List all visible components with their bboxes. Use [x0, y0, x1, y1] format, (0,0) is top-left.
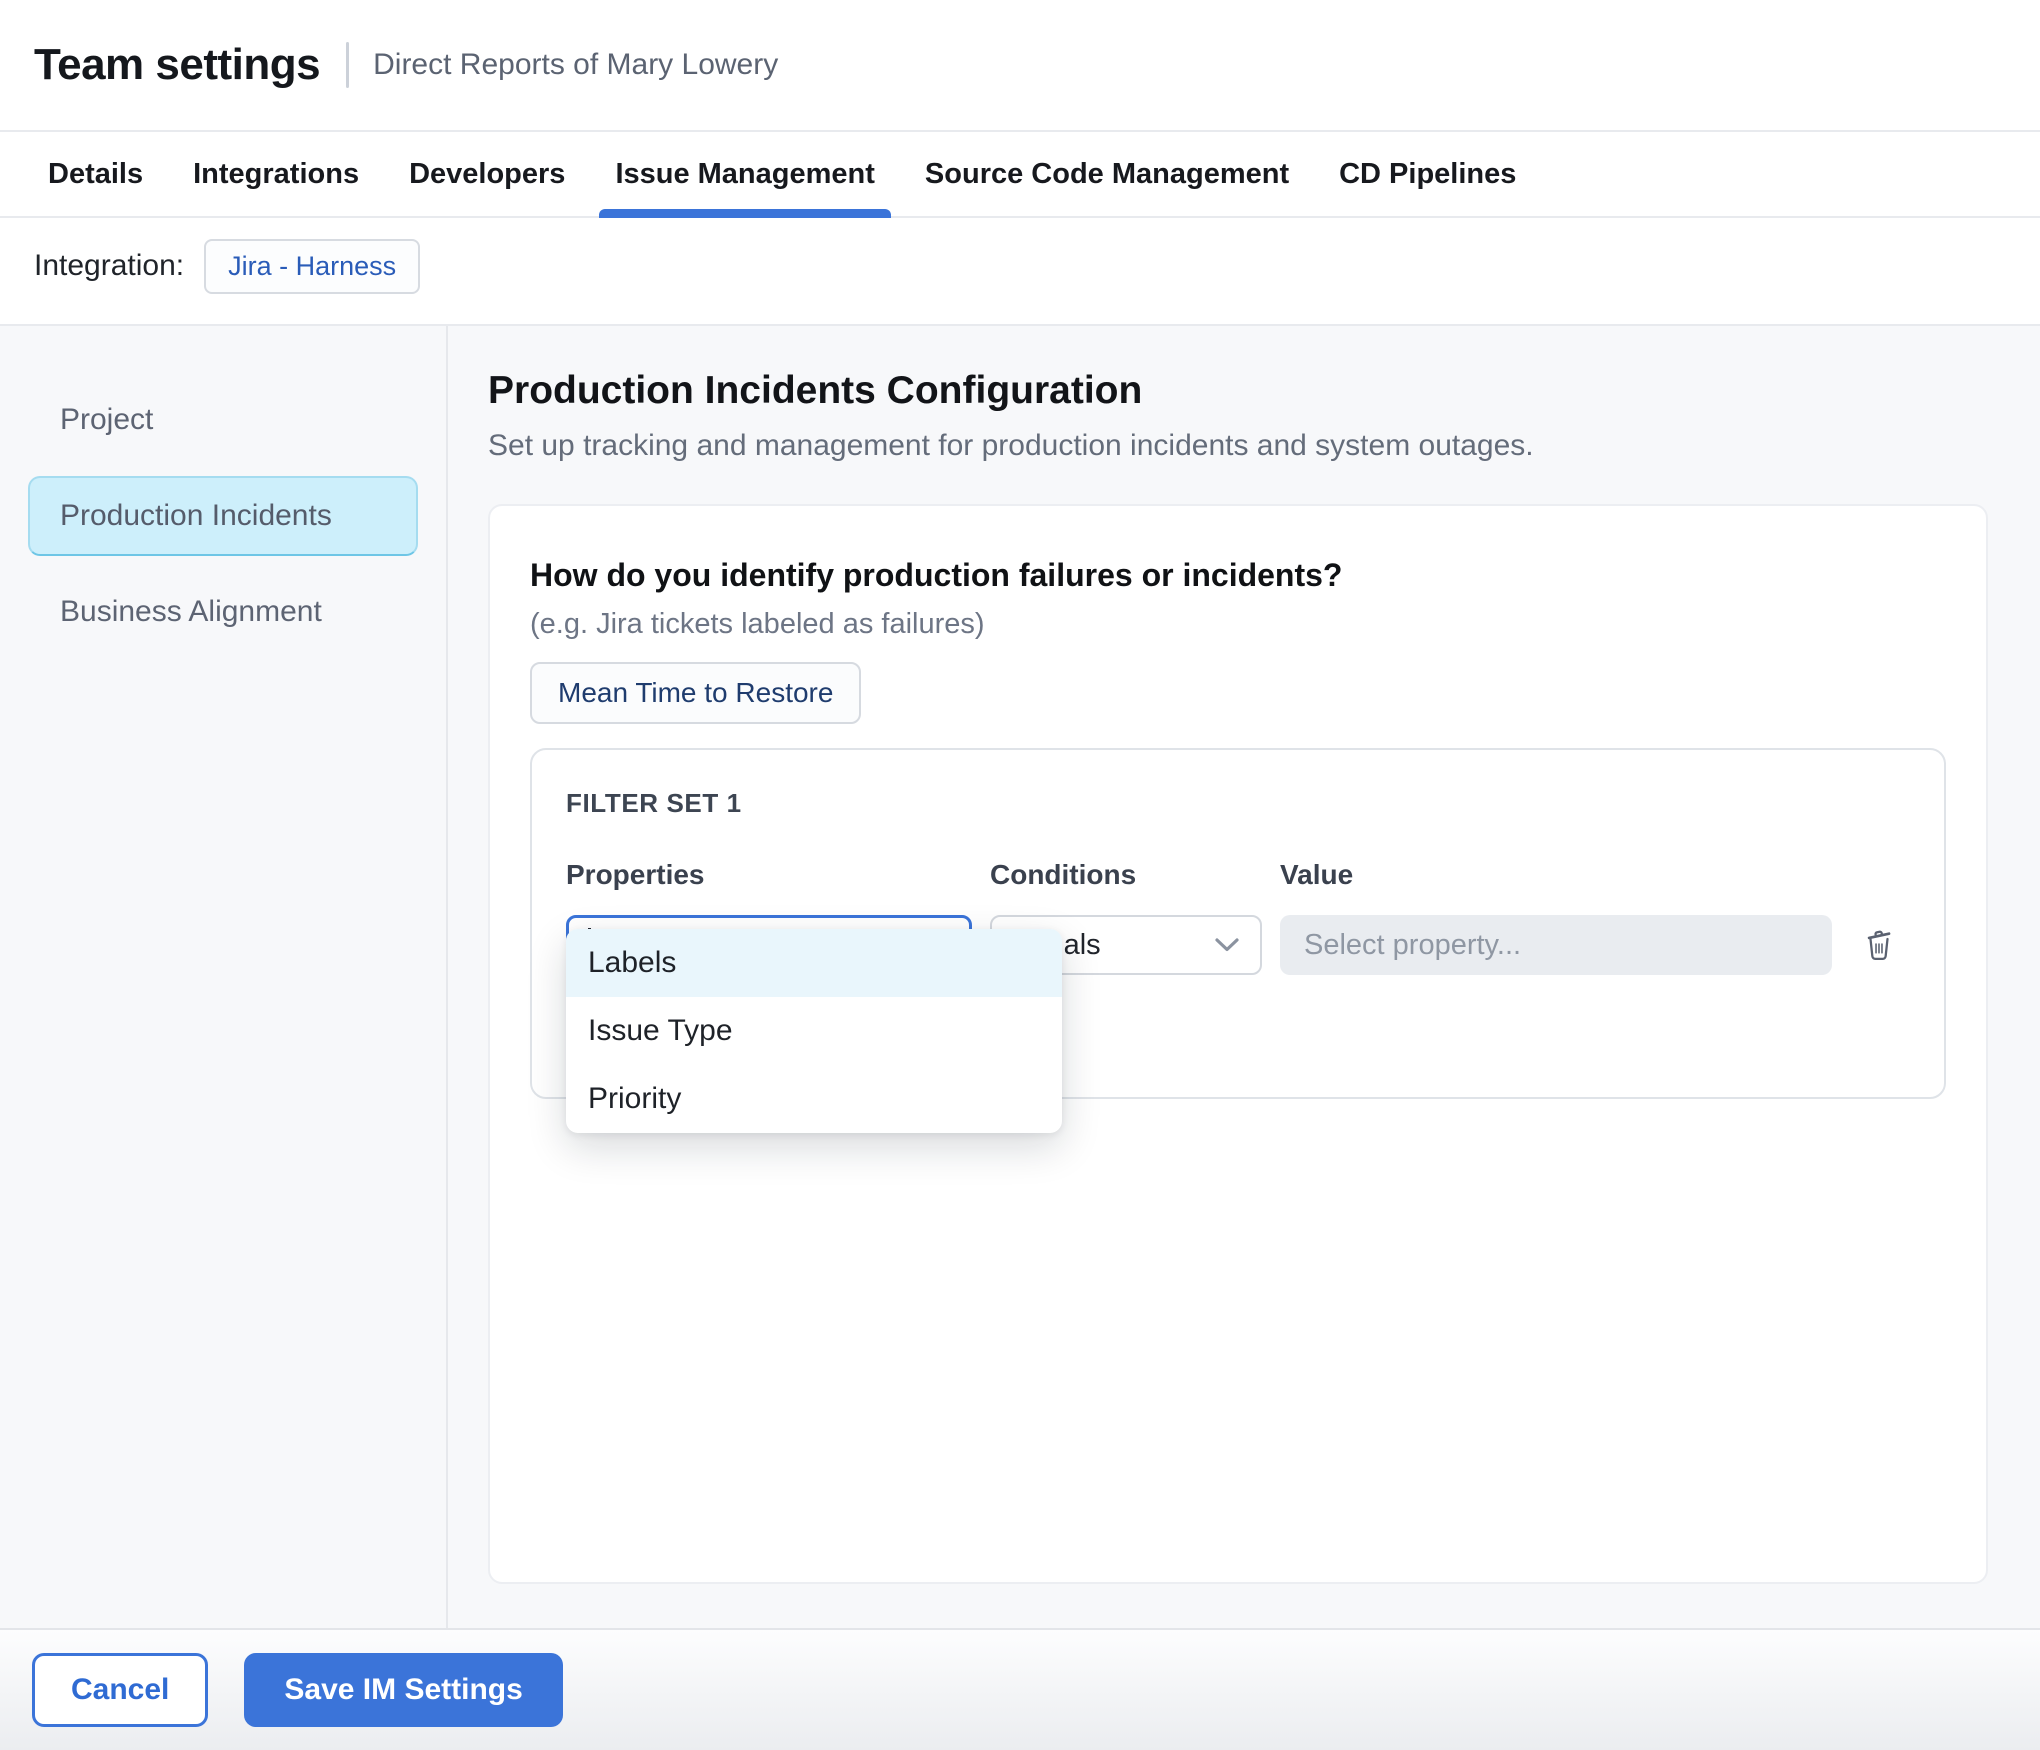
dropdown-option-priority[interactable]: Priority [566, 1065, 1062, 1133]
sidebar-item-project[interactable]: Project [28, 380, 418, 460]
filter-row: Properties - Select property... - Labels [566, 859, 1910, 975]
value-column: Value Select property... [1280, 859, 1832, 975]
filter-set-box: FILTER SET 1 Properties - Select propert… [530, 748, 1946, 1099]
tab-developers[interactable]: Developers [407, 132, 567, 216]
conditions-label: Conditions [990, 859, 1262, 891]
properties-column: Properties - Select property... - Labels [566, 859, 972, 975]
section-subtitle: Set up tracking and management for produ… [488, 428, 1988, 464]
trash-icon [1862, 925, 1896, 966]
tab-source-code-management[interactable]: Source Code Management [923, 132, 1291, 216]
delete-filter-button[interactable] [1862, 915, 1896, 975]
footer-action-bar: Cancel Save IM Settings [0, 1628, 2040, 1750]
page-title: Team settings [34, 40, 320, 90]
dropdown-option-labels[interactable]: Labels [566, 929, 1062, 997]
metric-tab-mean-time-to-restore[interactable]: Mean Time to Restore [530, 662, 861, 724]
sidebar-item-business-alignment[interactable]: Business Alignment [28, 572, 418, 652]
sidebar-item-production-incidents[interactable]: Production Incidents [28, 476, 418, 556]
title-separator [346, 42, 349, 88]
tab-integrations[interactable]: Integrations [191, 132, 361, 216]
team-settings-page: Team settings Direct Reports of Mary Low… [0, 0, 2040, 1750]
value-placeholder: Select property... [1304, 929, 1521, 962]
properties-dropdown-menu: Labels Issue Type Priority [566, 929, 1062, 1133]
page-header: Team settings Direct Reports of Mary Low… [0, 0, 2040, 130]
incidents-config-card: How do you identify production failures … [488, 504, 1988, 1584]
question-heading: How do you identify production failures … [530, 556, 1946, 594]
integration-bar: Integration: Jira - Harness [0, 218, 2040, 326]
value-label: Value [1280, 859, 1832, 891]
properties-label: Properties [566, 859, 972, 891]
integration-label: Integration: [34, 249, 184, 283]
integration-chip[interactable]: Jira - Harness [204, 239, 420, 294]
value-input[interactable]: Select property... [1280, 915, 1832, 975]
settings-sidebar: Project Production Incidents Business Al… [0, 326, 448, 1628]
question-hint: (e.g. Jira tickets labeled as failures) [530, 606, 1946, 642]
cancel-button[interactable]: Cancel [32, 1653, 208, 1727]
content-area: Project Production Incidents Business Al… [0, 326, 2040, 1628]
section-title: Production Incidents Configuration [488, 368, 1988, 414]
dropdown-option-issue-type[interactable]: Issue Type [566, 997, 1062, 1065]
page-subtitle: Direct Reports of Mary Lowery [373, 48, 778, 82]
filter-set-title: FILTER SET 1 [566, 788, 1910, 819]
tab-bar: Details Integrations Developers Issue Ma… [0, 130, 2040, 218]
chevron-down-icon [1200, 937, 1240, 953]
main-panel: Production Incidents Configuration Set u… [448, 326, 2040, 1628]
tab-cd-pipelines[interactable]: CD Pipelines [1337, 132, 1518, 216]
tab-details[interactable]: Details [46, 132, 145, 216]
tab-issue-management[interactable]: Issue Management [613, 132, 876, 216]
save-im-settings-button[interactable]: Save IM Settings [244, 1653, 562, 1727]
